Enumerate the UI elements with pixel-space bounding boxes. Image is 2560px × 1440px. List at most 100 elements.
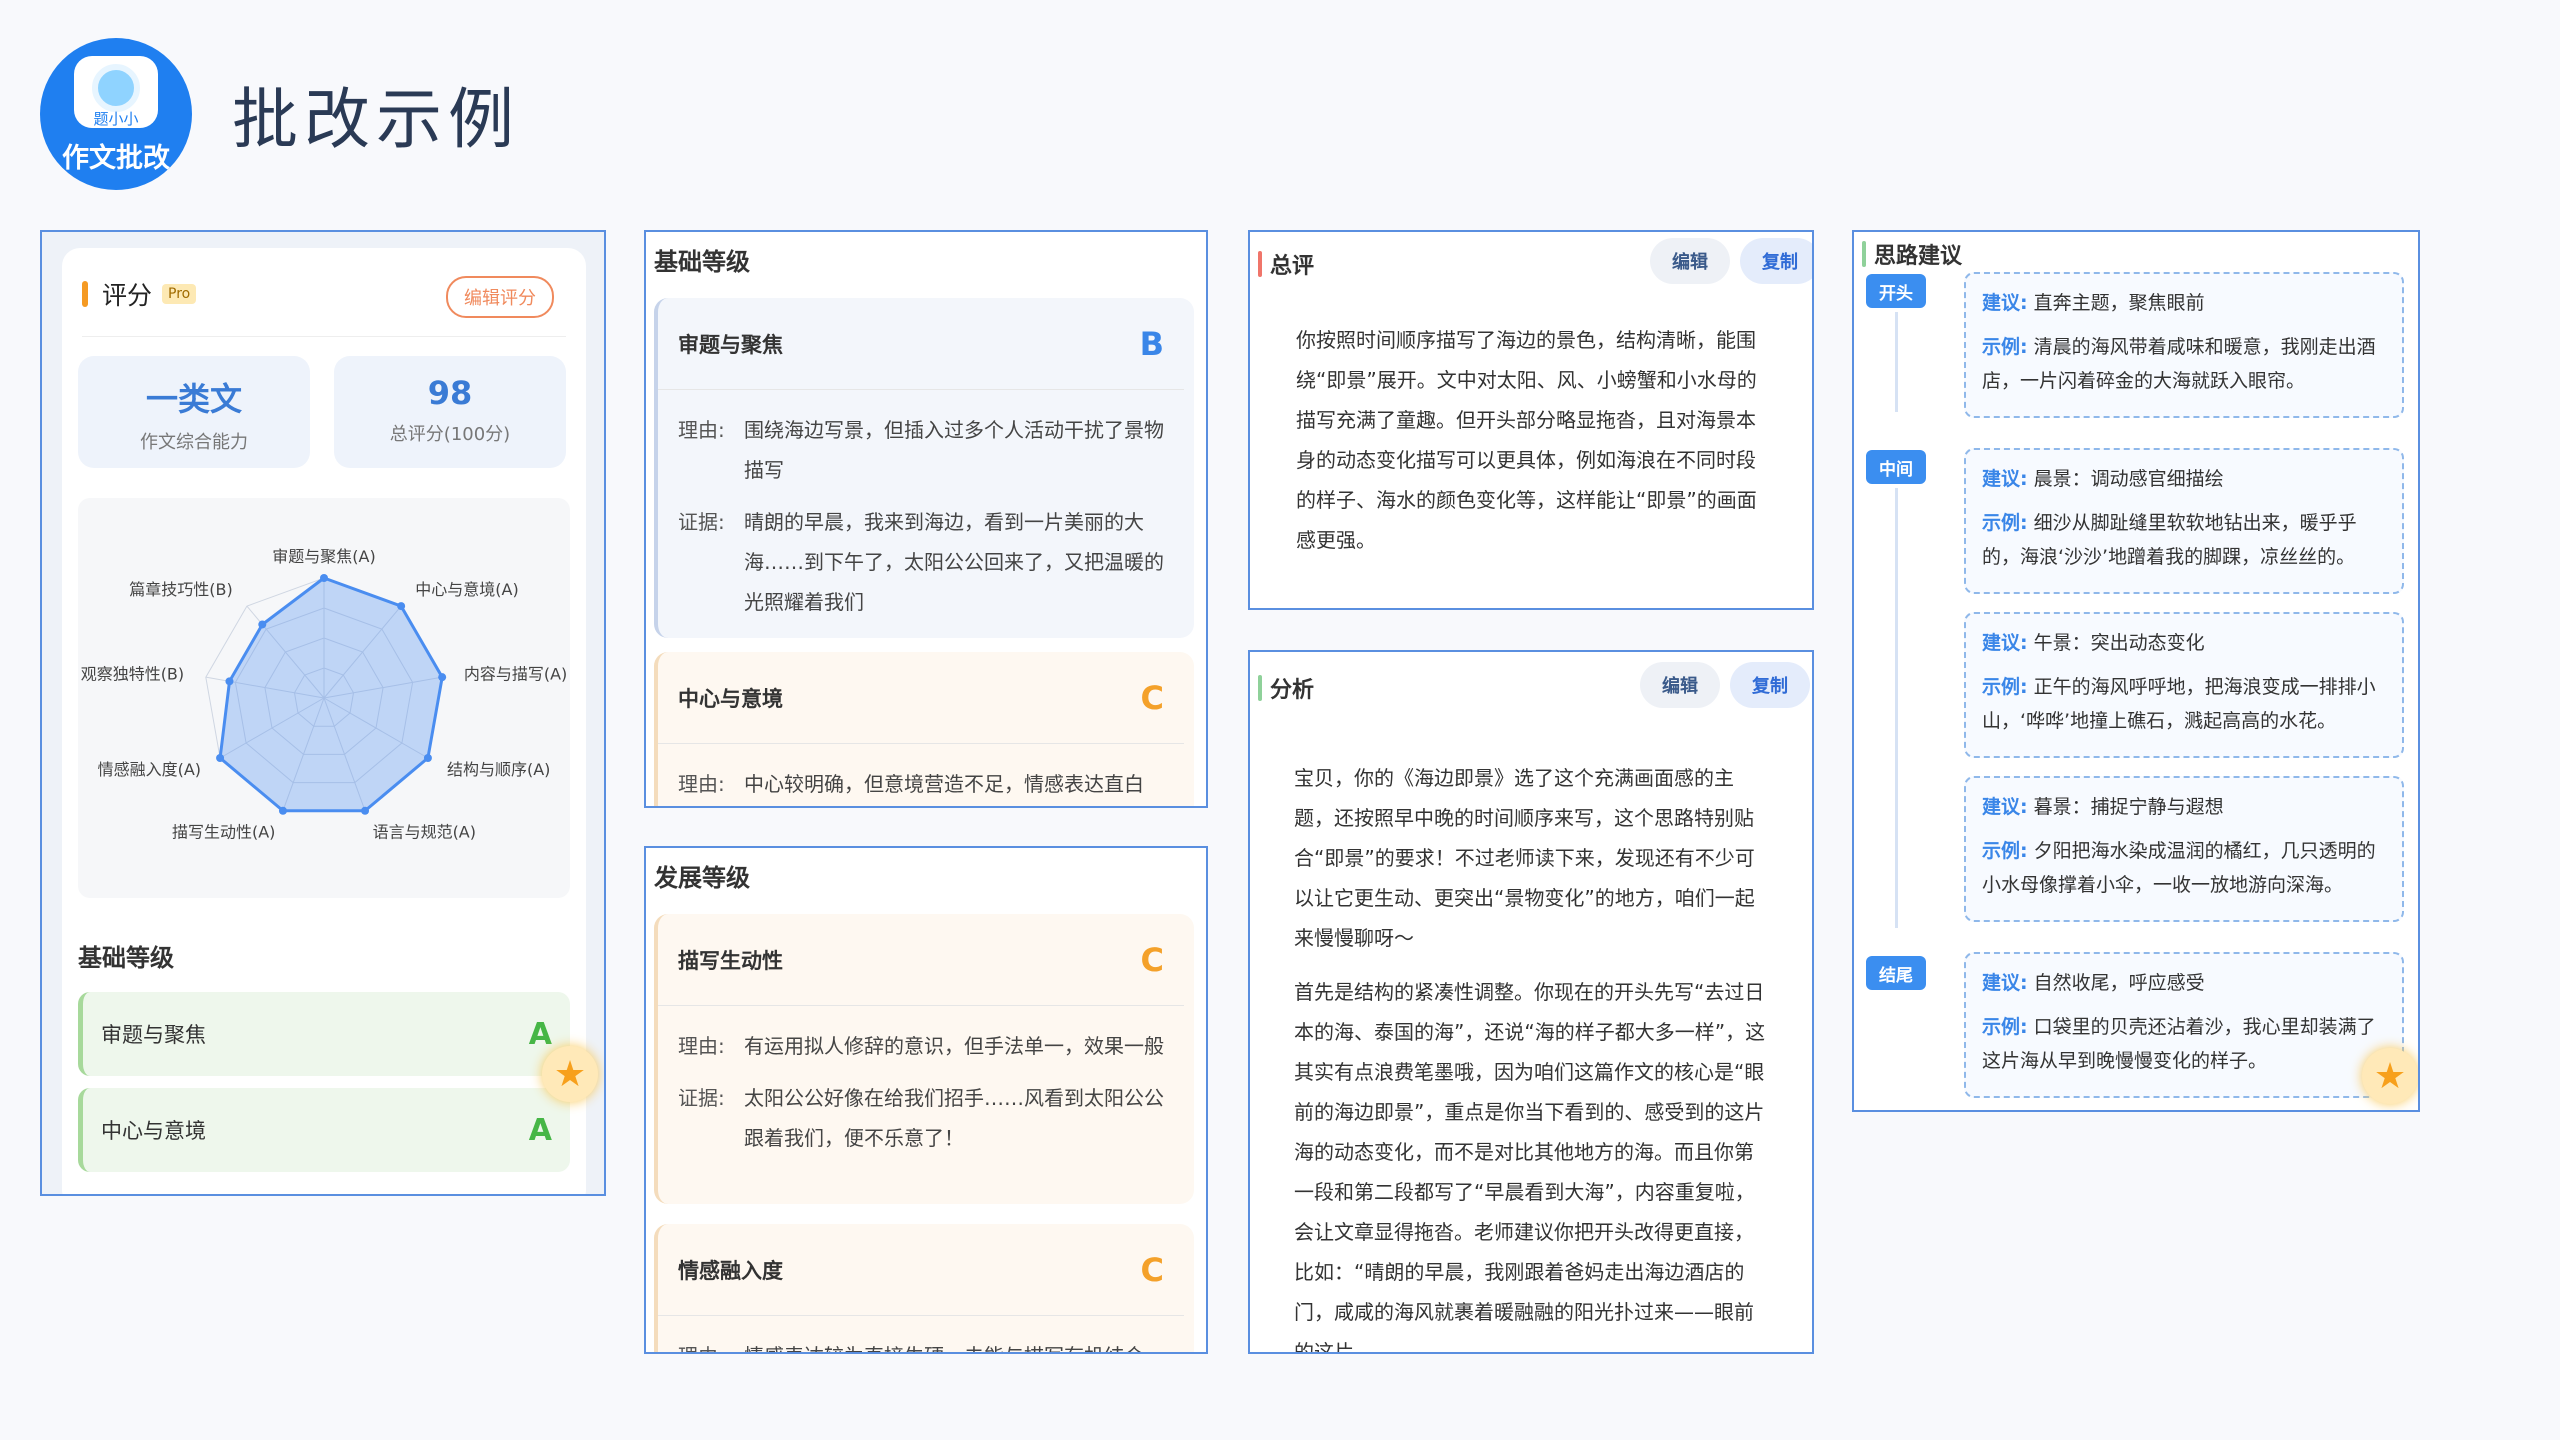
- grade-row-name: 中心与意境: [101, 1119, 206, 1143]
- radar-point: [225, 677, 234, 686]
- analysis-header: 分析: [1258, 672, 1314, 704]
- analysis-title: 分析: [1270, 678, 1315, 703]
- suggestion-key: 建议:: [1982, 972, 2028, 994]
- grade-item-head[interactable]: 描写生动性 C: [658, 914, 1184, 1006]
- example-text: 正午的海风呼呼地，把海浪变成一排排小山，‘哗哗’地撞上礁石，溅起高高的水花。: [1982, 676, 2376, 732]
- pro-badge: Pro: [162, 284, 197, 304]
- analysis-paragraph: 宝贝，你的《海边即景》选了这个充满画面感的主题，还按照早中晚的时间顺序来写，这个…: [1294, 766, 1755, 950]
- suggestion-text: 自然收尾，呼应感受: [2033, 972, 2205, 994]
- basic-level-panel: 基础等级 审题与聚焦 B 理由: 围绕海边写景，但插入过多个人活动干扰了景物描写…: [644, 230, 1208, 808]
- grade-item-head[interactable]: 中心与意境 C: [658, 652, 1184, 744]
- edit-button[interactable]: 编辑: [1650, 238, 1730, 284]
- reason-row: 理由: 情感表达较为直接生硬，未能与描写有机结合: [658, 1336, 1194, 1352]
- grade-row-grade: A: [528, 1112, 552, 1148]
- star-icon[interactable]: ★: [2362, 1048, 2418, 1104]
- stat-value: 98: [427, 374, 473, 412]
- example-key: 示例:: [1982, 676, 2028, 698]
- suggestion-card: 建议: 午景：突出动态变化 示例: 正午的海风呼呼地，把海浪变成一排排小山，‘哗…: [1964, 612, 2404, 758]
- example-text: 清晨的海风带着咸味和暖意，我刚走出酒店，一片闪着碎金的大海就跃入眼帘。: [1982, 336, 2376, 392]
- analysis-body: 宝贝，你的《海边即景》选了这个充满画面感的主题，还按照早中晚的时间顺序来写，这个…: [1264, 732, 1798, 1354]
- radar-point: [216, 754, 225, 762]
- grade-row[interactable]: 中心与意境 A: [78, 1088, 570, 1172]
- summary-text: 你按照时间顺序描写了海边的景色，结构清晰，能围绕“即景”展开。文中对太阳、风、小…: [1264, 306, 1798, 596]
- radar-point: [438, 673, 447, 682]
- suggestion-card: 建议: 晨景：调动感官细描绘 示例: 细沙从脚趾缝里软软地钻出来，暖乎乎的，海浪…: [1964, 448, 2404, 594]
- grade-item-head[interactable]: 情感融入度 C: [658, 1224, 1184, 1316]
- radar-point: [423, 754, 432, 762]
- grade-row-grade: A: [528, 1016, 552, 1052]
- dev-panel-title: 发展等级: [654, 864, 750, 892]
- lens-icon: [92, 64, 140, 112]
- example-key: 示例:: [1982, 336, 2028, 358]
- summary-header: 总评: [1258, 248, 1314, 280]
- grade-item-name: 审题与聚焦: [678, 332, 783, 357]
- timeline-line: [1895, 488, 1898, 928]
- suggestion-key: 建议:: [1982, 632, 2028, 654]
- accent-bar: [1862, 241, 1866, 267]
- score-card: 评分 Pro 编辑评分 一类文 作文综合能力 98 总评分(100分) 审题与聚…: [62, 248, 586, 1194]
- timeline-tag-start: 开头: [1866, 274, 1926, 308]
- example-key: 示例:: [1982, 512, 2028, 534]
- radar-label: 审题与聚焦(A): [272, 547, 375, 566]
- radar-label: 篇章技巧性(B): [129, 580, 232, 599]
- stat-total: 98 总评分(100分): [334, 356, 566, 468]
- reason-text: 情感表达较为直接生硬，未能与描写有机结合: [744, 1336, 1174, 1352]
- summary-title: 总评: [1270, 254, 1315, 279]
- grade-item-grade: C: [1140, 940, 1164, 979]
- summary-panel: 总评 编辑 复制 你按照时间顺序描写了海边的景色，结构清晰，能围绕“即景”展开。…: [1248, 230, 1814, 610]
- evidence-text: 晴朗的早晨，我来到海边，看到一片美丽的大海……到下午了，太阳公公回来了，又把温暖…: [744, 510, 1164, 614]
- evidence-row: 证据: 晴朗的早晨，我来到海边，看到一片美丽的大海……到下午了，太阳公公回来了，…: [658, 502, 1194, 622]
- reason-key: 理由:: [678, 1034, 725, 1058]
- basic-panel-title: 基础等级: [654, 248, 750, 276]
- radar-svg: 审题与聚焦(A) 中心与意境(A) 内容与描写(A) 结构与顺序(A) 语言与规范(A)…: [81, 547, 568, 841]
- analysis-panel: 分析 编辑 复制 宝贝，你的《海边即景》选了这个充满画面感的主题，还按照早中晚的…: [1248, 650, 1814, 1354]
- edit-score-button[interactable]: 编辑评分: [446, 276, 554, 318]
- suggestion-card: 建议: 直奔主题，聚焦眼前 示例: 清晨的海风带着咸味和暖意，我刚走出酒店，一片…: [1964, 272, 2404, 418]
- reason-key: 理由:: [678, 418, 725, 442]
- grade-row-name: 审题与聚焦: [101, 1023, 206, 1047]
- evidence-text: 太阳公公好像在给我们招手……风看到太阳公公跟着我们，便不乐意了！: [744, 1086, 1164, 1150]
- copy-button[interactable]: 复制: [1740, 238, 1812, 284]
- grade-item-name: 情感融入度: [678, 1258, 783, 1283]
- grade-row[interactable]: 审题与聚焦 A: [78, 992, 570, 1076]
- idea-panel: 思路建议 开头 中间 结尾 建议: 直奔主题，聚焦眼前 示例: 清晨的海风带着咸…: [1852, 230, 2420, 1112]
- reason-row: 理由: 围绕海边写景，但插入过多个人活动干扰了景物描写: [658, 410, 1194, 490]
- example-text: 细沙从脚趾缝里软软地钻出来，暖乎乎的，海浪‘沙沙’地蹭着我的脚踝，凉丝丝的。: [1982, 512, 2357, 568]
- example-key: 示例:: [1982, 840, 2028, 862]
- suggestion-text: 晨景：调动感官细描绘: [2033, 468, 2224, 490]
- edit-button[interactable]: 编辑: [1640, 662, 1720, 708]
- radar-area: [218, 576, 444, 813]
- radar-point: [320, 574, 328, 582]
- analysis-paragraph: 首先是结构的紧凑性调整。你现在的开头先写“去过日本的海、泰国的海”，还说“海的样…: [1294, 980, 1766, 1354]
- logo-brand: 题小小: [93, 110, 139, 128]
- timeline-line: [1895, 312, 1898, 412]
- suggestion-text: 午景：突出动态变化: [2033, 632, 2205, 654]
- radar-label: 中心与意境(A): [415, 580, 518, 599]
- suggestion-key: 建议:: [1982, 468, 2028, 490]
- radar-label: 描写生动性(A): [172, 822, 275, 841]
- reason-text: 有运用拟人修辞的意识，但手法单一，效果一般: [744, 1034, 1164, 1058]
- evidence-key: 证据:: [678, 1086, 725, 1110]
- radar-label: 情感融入度(A): [98, 760, 201, 779]
- suggestion-card: 建议: 暮景：捕捉宁静与遐想 示例: 夕阳把海水染成温润的橘红，几只透明的小水母…: [1964, 776, 2404, 922]
- star-icon[interactable]: ★: [542, 1046, 598, 1102]
- radar-point: [258, 620, 267, 629]
- grade-item-card: 情感融入度 C 理由: 情感表达较为直接生硬，未能与描写有机结合: [654, 1224, 1194, 1352]
- copy-button[interactable]: 复制: [1730, 662, 1810, 708]
- grade-item-card: 审题与聚焦 B 理由: 围绕海边写景，但插入过多个人活动干扰了景物描写 证据: …: [654, 298, 1194, 638]
- radar-label: 语言与规范(A): [373, 822, 476, 841]
- accent-bar: [1258, 251, 1262, 277]
- accent-bar: [82, 281, 88, 307]
- accent-bar: [1258, 675, 1262, 701]
- radar-chart: 审题与聚焦(A) 中心与意境(A) 内容与描写(A) 结构与顺序(A) 语言与规范(A)…: [78, 498, 570, 898]
- reason-row: 理由: 有运用拟人修辞的意识，但手法单一，效果一般: [658, 1026, 1194, 1066]
- idea-header: 思路建议: [1862, 238, 1962, 270]
- grade-item-head[interactable]: 审题与聚焦 B: [658, 298, 1184, 390]
- development-level-panel: 发展等级 描写生动性 C 理由: 有运用拟人修辞的意识，但手法单一，效果一般 证…: [644, 846, 1208, 1354]
- divider: [82, 336, 566, 337]
- grade-item-grade: B: [1139, 324, 1164, 363]
- example-key: 示例:: [1982, 1016, 2028, 1038]
